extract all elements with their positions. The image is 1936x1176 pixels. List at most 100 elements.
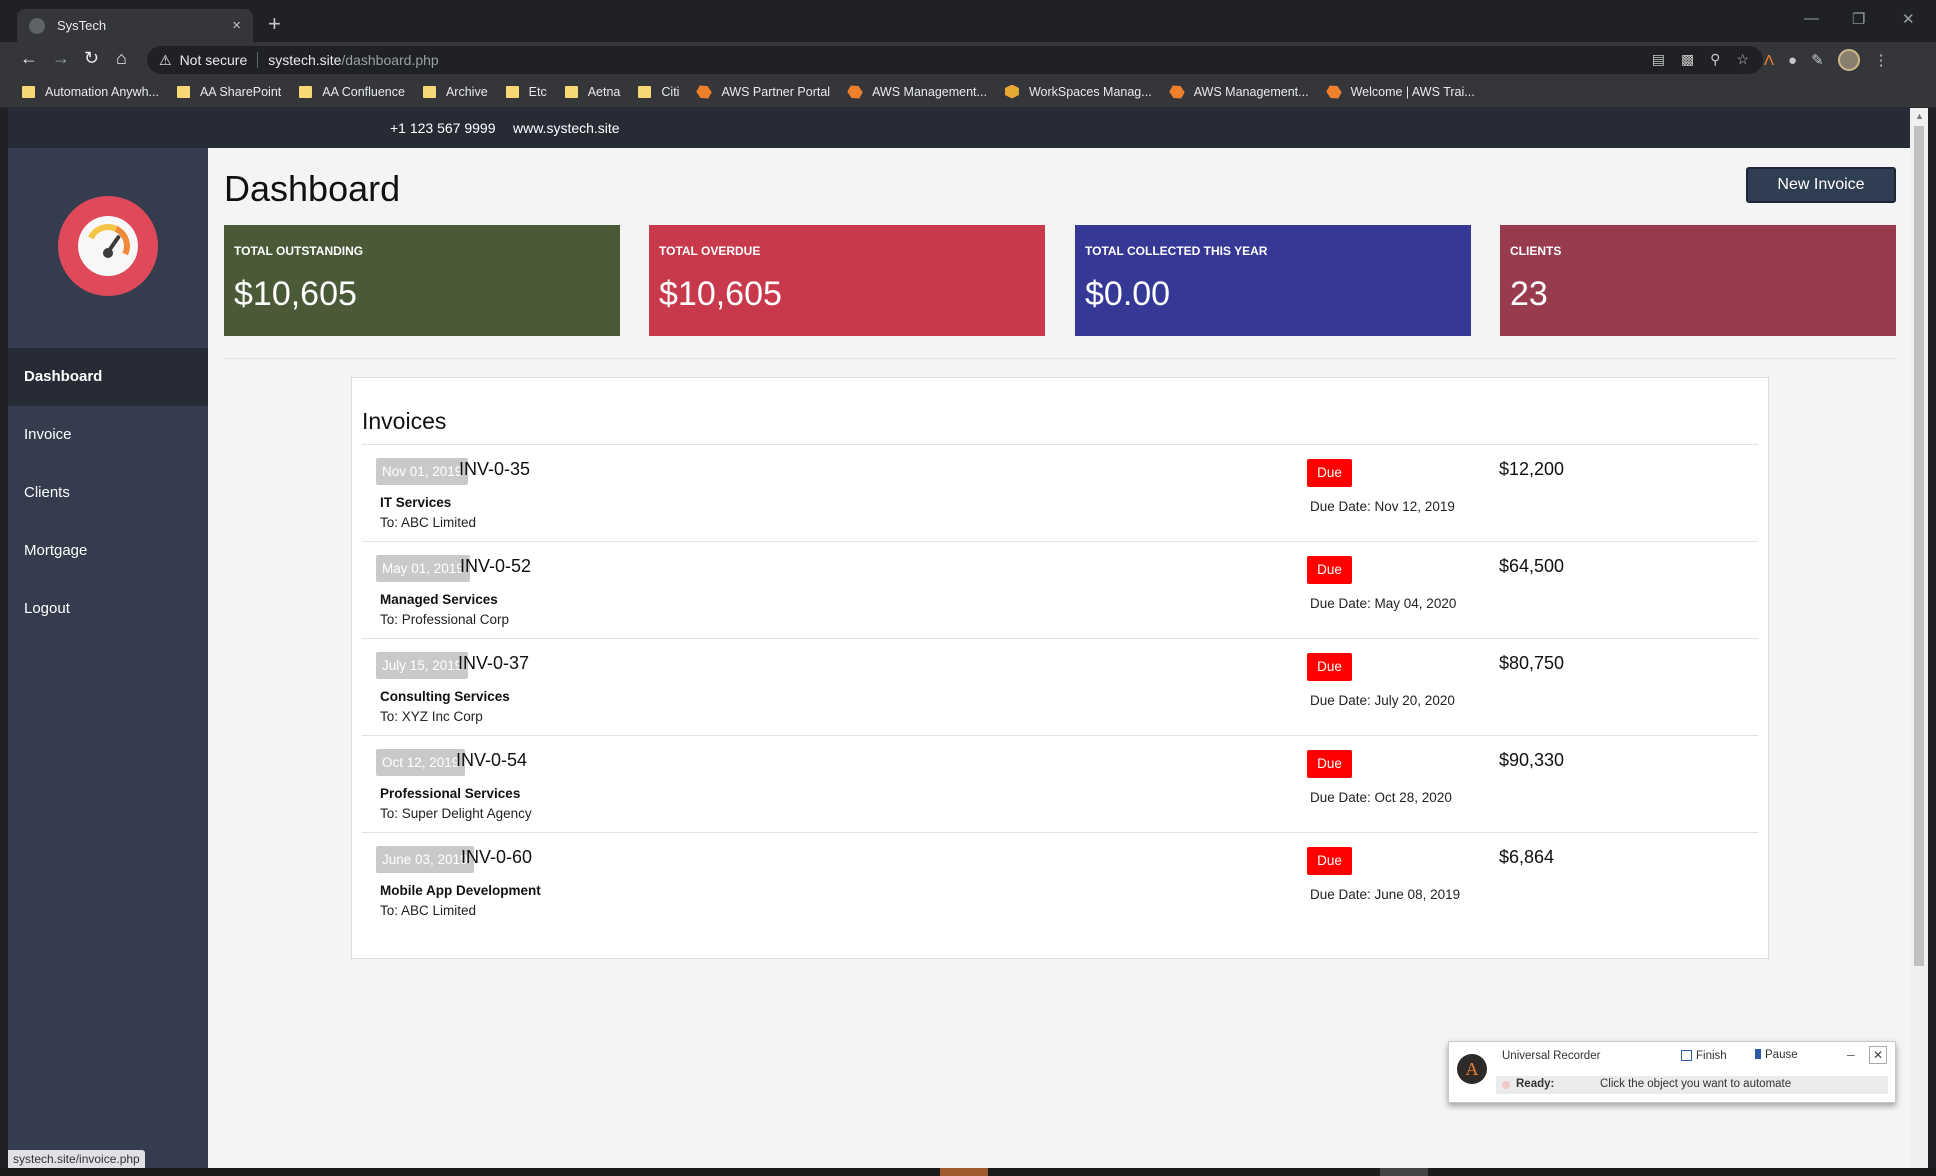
- invoice-amount: $64,500: [1499, 556, 1565, 576]
- recorder-status-message: Click the object you want to automate: [1600, 1078, 1792, 1090]
- logo-area: [8, 148, 208, 348]
- folder-icon: [422, 85, 436, 98]
- page-scrollbar[interactable]: ▲: [1910, 108, 1928, 1168]
- star-icon[interactable]: ☆: [1736, 51, 1749, 68]
- sidebar-item-mortgage[interactable]: Mortgage: [8, 522, 208, 580]
- page-title: Dashboard: [224, 168, 401, 209]
- invoice-row[interactable]: May 01, 2019 INV-0-52 Managed Services T…: [362, 541, 1758, 638]
- invoice-row[interactable]: Nov 01, 2019 INV-0-35 IT Services To: AB…: [362, 444, 1758, 541]
- contact-phone: +1 123 567 9999: [390, 120, 496, 136]
- stat-label: TOTAL OVERDUE: [659, 244, 761, 258]
- bookmark[interactable]: WorkSpaces Manag...: [1004, 84, 1152, 99]
- reload-icon[interactable]: ↻: [84, 48, 99, 68]
- sidebar-item-logout[interactable]: Logout: [8, 580, 208, 638]
- bookmark[interactable]: Citi: [638, 85, 679, 99]
- scroll-up-icon[interactable]: ▲: [1915, 111, 1924, 121]
- bookmark-label: Citi: [661, 84, 680, 99]
- aws-icon: [695, 82, 714, 101]
- invoice-date-badge: Nov 01, 2019: [376, 458, 469, 485]
- finish-label: Finish: [1696, 1050, 1727, 1062]
- key-icon[interactable]: ⚲: [1710, 51, 1720, 68]
- workspaces-icon: [1004, 84, 1019, 99]
- sidebar-item-invoice[interactable]: Invoice: [8, 406, 208, 464]
- stat-value: $10,605: [659, 275, 782, 313]
- bookmark[interactable]: AA SharePoint: [176, 85, 281, 99]
- bookmark[interactable]: Automation Anywh...: [22, 85, 159, 99]
- automation-extension-icon[interactable]: Λ: [1764, 52, 1774, 69]
- invoice-recipient: To: XYZ Inc Corp: [380, 709, 483, 724]
- extension-icon[interactable]: ●: [1788, 52, 1797, 69]
- tab-close-icon[interactable]: ×: [232, 17, 241, 34]
- qr-icon[interactable]: ▩: [1681, 51, 1694, 68]
- invoice-list: Nov 01, 2019 INV-0-35 IT Services To: AB…: [362, 444, 1758, 929]
- bookmark[interactable]: Archive: [422, 84, 488, 99]
- address-bar[interactable]: ⚠ Not secure systech.site/dashboard.php …: [147, 46, 1763, 74]
- puzzle-icon[interactable]: ✎: [1811, 51, 1824, 69]
- invoice-date-badge: June 03, 2019: [376, 846, 474, 873]
- recorder-finish-button[interactable]: Finish: [1681, 1050, 1727, 1062]
- recorder-close-icon[interactable]: ✕: [1869, 1046, 1887, 1064]
- security-label: Not secure: [179, 52, 248, 68]
- sidebar-item-dashboard[interactable]: Dashboard: [8, 348, 208, 406]
- home-icon[interactable]: ⌂: [116, 48, 127, 68]
- bookmark-label: Archive: [445, 84, 488, 99]
- folder-icon: [22, 85, 35, 98]
- bookmark[interactable]: Welcome | AWS Trai...: [1327, 85, 1475, 99]
- cast-icon[interactable]: ▤: [1652, 51, 1665, 68]
- bookmark[interactable]: AWS Management...: [1170, 85, 1309, 99]
- invoice-number[interactable]: INV-0-54: [456, 750, 527, 771]
- menu-kebab-icon[interactable]: ⋮: [1874, 51, 1889, 69]
- aws-icon: [1167, 82, 1186, 101]
- restore-icon[interactable]: ❐: [1852, 10, 1865, 28]
- aws-icon: [1324, 82, 1343, 101]
- invoice-row[interactable]: July 15, 2019 INV-0-37 Consulting Servic…: [362, 638, 1758, 735]
- invoice-number[interactable]: INV-0-35: [459, 459, 530, 480]
- new-tab-button[interactable]: +: [268, 11, 281, 37]
- profile-avatar[interactable]: [1837, 49, 1860, 71]
- bookmark-label: Welcome | AWS Trai...: [1350, 84, 1475, 99]
- bookmark-label: AWS Management...: [1193, 84, 1309, 99]
- invoice-due-date: Due Date: June 08, 2019: [1310, 887, 1461, 902]
- invoice-row[interactable]: June 03, 2019 INV-0-60 Mobile App Develo…: [362, 832, 1758, 929]
- bookmark[interactable]: Etc: [505, 84, 547, 99]
- bookmark[interactable]: Aetna: [564, 85, 620, 99]
- invoice-number[interactable]: INV-0-60: [461, 847, 532, 868]
- bookmark-label: Etc: [528, 84, 547, 99]
- folder-icon: [176, 85, 190, 98]
- stat-label: CLIENTS: [1510, 244, 1562, 258]
- recorder-pause-button[interactable]: Pause: [1755, 1049, 1798, 1061]
- contact-website[interactable]: www.systech.site: [513, 120, 620, 136]
- browser-titlebar: SysTech × + — ❐ ✕: [0, 0, 1936, 42]
- scrollbar-thumb[interactable]: [1914, 126, 1924, 966]
- universal-recorder-panel: A Universal Recorder Finish Pause – ✕ Re…: [1448, 1041, 1896, 1103]
- recorder-minimize-icon[interactable]: –: [1847, 1046, 1855, 1062]
- url-host: systech.site: [268, 52, 342, 68]
- bookmark[interactable]: AWS Management...: [848, 85, 987, 99]
- invoice-service: Consulting Services: [380, 689, 510, 704]
- taskbar-item[interactable]: [940, 1168, 988, 1176]
- minimize-icon[interactable]: —: [1804, 10, 1819, 27]
- invoice-recipient: To: ABC Limited: [380, 903, 477, 918]
- invoice-number[interactable]: INV-0-52: [460, 556, 531, 577]
- status-badge: Due: [1307, 847, 1352, 875]
- sidebar-item-clients[interactable]: Clients: [8, 464, 208, 522]
- forward-icon[interactable]: →: [52, 48, 70, 68]
- invoice-due-date: Due Date: May 04, 2020: [1310, 596, 1457, 611]
- new-invoice-button[interactable]: New Invoice: [1746, 167, 1896, 203]
- back-icon[interactable]: ←: [20, 48, 38, 68]
- main-content: Dashboard New Invoice TOTAL OUTSTANDING …: [208, 148, 1910, 1168]
- taskbar-item[interactable]: [1380, 1168, 1428, 1176]
- section-divider: [224, 358, 1896, 359]
- folder-icon: [299, 85, 313, 98]
- bookmark-label: AA Confluence: [322, 84, 405, 99]
- invoice-number[interactable]: INV-0-37: [458, 653, 529, 674]
- bookmark[interactable]: AWS Partner Portal: [697, 85, 830, 99]
- bookmark[interactable]: AA Confluence: [299, 85, 405, 99]
- close-window-icon[interactable]: ✕: [1902, 10, 1915, 28]
- invoice-due-date: Due Date: July 20, 2020: [1310, 693, 1455, 708]
- browser-tab[interactable]: SysTech ×: [17, 9, 253, 42]
- bookmark-label: AWS Partner Portal: [721, 84, 831, 99]
- invoice-row[interactable]: Oct 12, 2019 INV-0-54 Professional Servi…: [362, 735, 1758, 832]
- folder-icon: [564, 85, 578, 98]
- invoice-amount: $6,864: [1499, 847, 1555, 867]
